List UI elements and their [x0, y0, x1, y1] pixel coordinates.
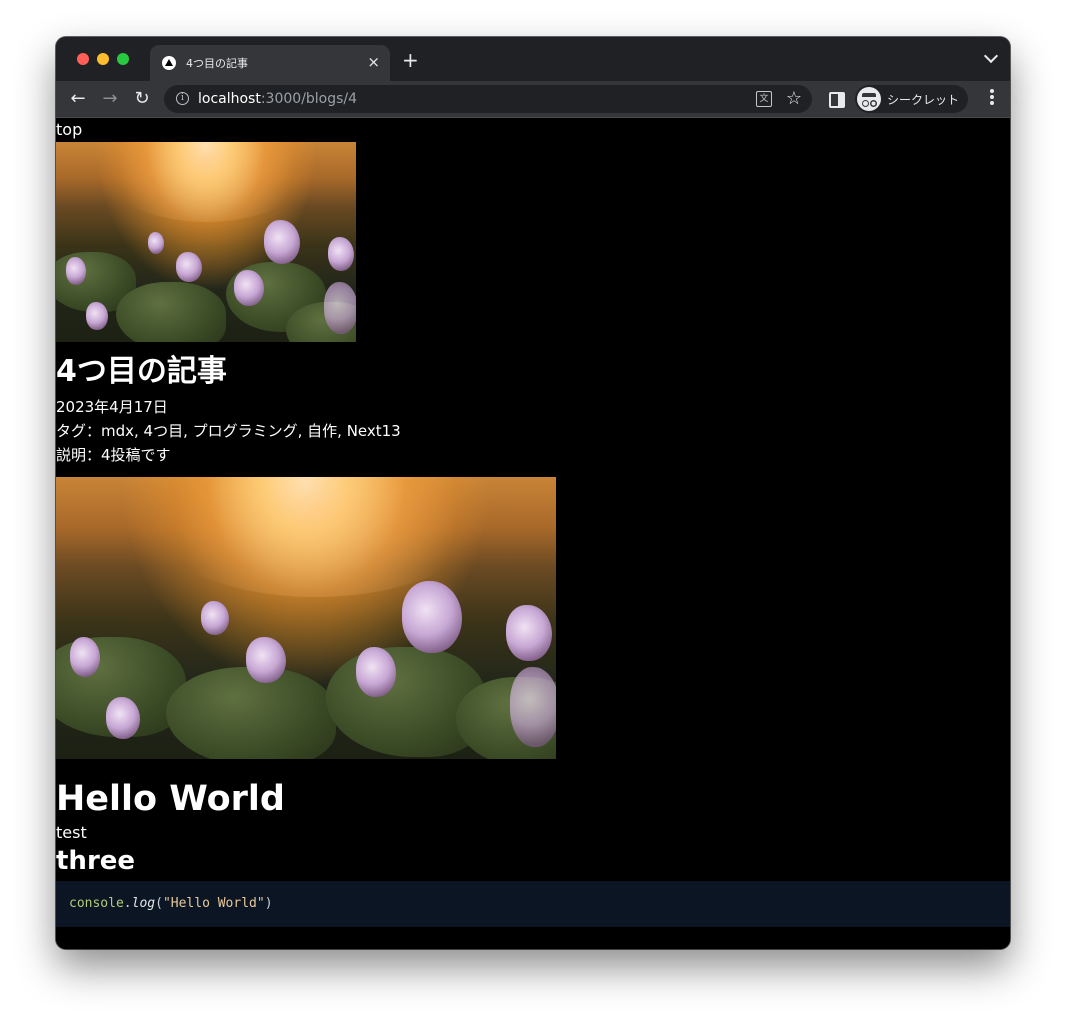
url-text[interactable]: localhost:3000/blogs/4	[198, 91, 357, 107]
page-content: top 4つ目の記事 2023年4月17日 タグ：mdx, 4つ目, プログラミ…	[56, 118, 1010, 949]
heading-three: three	[56, 846, 136, 876]
code-open-paren: (	[155, 896, 163, 911]
article-date: 2023年4月17日	[56, 398, 168, 416]
close-window-button[interactable]	[77, 53, 89, 65]
back-arrow-icon[interactable]: ←	[68, 88, 88, 110]
article-description: 説明：4投稿です	[56, 446, 171, 464]
incognito-button[interactable]: シークレット	[855, 85, 968, 113]
url-path: :3000/blogs/4	[260, 91, 358, 107]
heading-hello-world: Hello World	[56, 779, 285, 819]
browser-toolbar: ← → ↻ i localhost:3000/blogs/4 文 ☆ シークレッ…	[56, 81, 1010, 118]
code-method: log	[131, 896, 156, 911]
url-host: localhost	[198, 91, 261, 107]
active-tab[interactable]: 4つ目の記事 ×	[150, 45, 390, 81]
minimize-window-button[interactable]	[97, 53, 109, 65]
code-block: console.log("Hello World")	[56, 881, 1010, 927]
article-title: 4つ目の記事	[56, 354, 227, 389]
incognito-icon	[857, 87, 881, 111]
tab-bar: 4つ目の記事 × +	[56, 37, 1010, 81]
tab-title: 4つ目の記事	[186, 57, 248, 70]
code-object: console	[69, 896, 124, 911]
zoom-window-button[interactable]	[117, 53, 129, 65]
address-bar[interactable]: i localhost:3000/blogs/4 文 ☆	[164, 85, 812, 113]
more-menu-icon[interactable]	[990, 89, 994, 107]
browser-window: 4つ目の記事 × + ← → ↻ i localhost:3000/blogs/…	[56, 37, 1010, 949]
incognito-label: シークレット	[887, 93, 960, 107]
tab-close-icon[interactable]: ×	[367, 53, 380, 71]
translate-icon[interactable]: 文	[756, 91, 772, 107]
reload-icon[interactable]: ↻	[132, 88, 152, 110]
top-link[interactable]: top	[56, 120, 82, 139]
code-line: console.log("Hello World")	[69, 896, 273, 911]
chevron-down-icon[interactable]	[983, 48, 999, 64]
code-dot: .	[123, 896, 132, 911]
nextjs-favicon-icon	[162, 56, 176, 70]
thumbnail-image	[56, 142, 356, 342]
bookmark-star-icon[interactable]: ☆	[786, 88, 802, 109]
new-tab-icon[interactable]: +	[402, 50, 419, 70]
forward-arrow-icon[interactable]: →	[100, 88, 120, 110]
article-tags: タグ：mdx, 4つ目, プログラミング, 自作, Next13	[56, 422, 401, 440]
paragraph-test: test	[56, 823, 87, 842]
article-hero-image	[56, 477, 556, 759]
code-string: "Hello World"	[162, 896, 265, 911]
side-panel-icon[interactable]	[829, 92, 845, 108]
code-close-paren: )	[264, 896, 273, 911]
info-icon[interactable]: i	[176, 92, 189, 105]
